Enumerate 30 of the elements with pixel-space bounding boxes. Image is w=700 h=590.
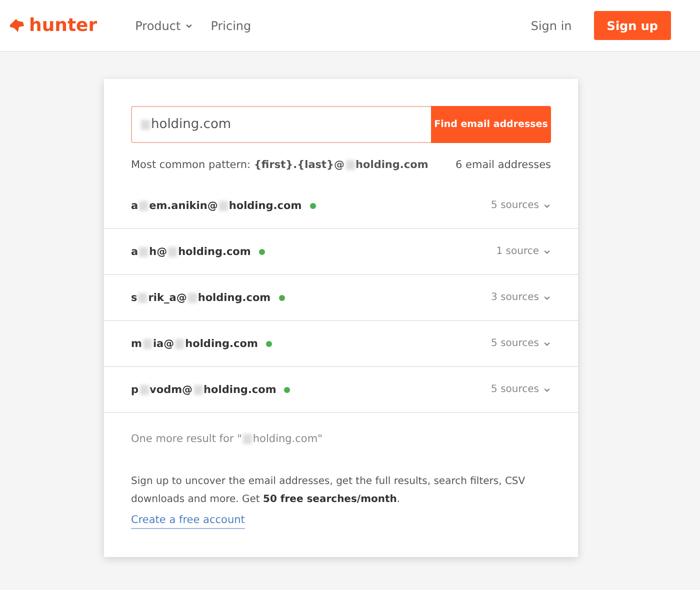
- sources-toggle[interactable]: 5 sources: [491, 200, 551, 211]
- chevron-down-icon: [543, 386, 551, 394]
- chevron-down-icon: [543, 340, 551, 348]
- sources-toggle[interactable]: 5 sources: [491, 338, 551, 349]
- signup-text: Sign up to uncover the email addresses, get the full results, search filters, CSV downloads and more. Get 50 free searches/month.: [131, 475, 526, 506]
- sign-up-button[interactable]: Sign up: [594, 11, 671, 40]
- chevron-down-icon: [543, 248, 551, 256]
- sources-toggle[interactable]: 5 sources: [491, 384, 551, 395]
- email-address: m ia@ holding.com: [131, 338, 258, 350]
- email-address: p vodm@ holding.com: [131, 384, 276, 396]
- email-address: a h@ holding.com: [131, 246, 251, 258]
- domain-search-field[interactable]: holding.com: [131, 106, 431, 143]
- find-email-button[interactable]: Find email addresses: [431, 106, 551, 143]
- email-address: a em.anikin@ holding.com: [131, 200, 302, 212]
- nav-link[interactable]: Product: [135, 18, 193, 32]
- chevron-down-icon: [543, 294, 551, 302]
- email-address: s rik_a@ holding.com: [131, 292, 271, 304]
- logo-text: hunter: [29, 15, 98, 36]
- sign-in-link[interactable]: Sign in: [530, 18, 572, 32]
- logo[interactable]: hunter: [10, 15, 98, 36]
- nav-link[interactable]: Pricing: [210, 18, 252, 32]
- chevron-down-icon: [543, 202, 551, 210]
- email-count: 6 email addresses: [456, 159, 551, 171]
- sources-toggle[interactable]: 1 source: [496, 246, 551, 257]
- pattern-text: Most common pattern: {first}.{last}@ holding.com: [131, 159, 428, 171]
- fox-head-icon: [10, 19, 24, 32]
- create-account-link[interactable]: Create a free account: [131, 514, 245, 529]
- sources-toggle[interactable]: 3 sources: [491, 292, 551, 303]
- chevron-down-icon: [184, 22, 193, 30]
- more-result-text: One more result for " holding.com": [131, 433, 324, 445]
